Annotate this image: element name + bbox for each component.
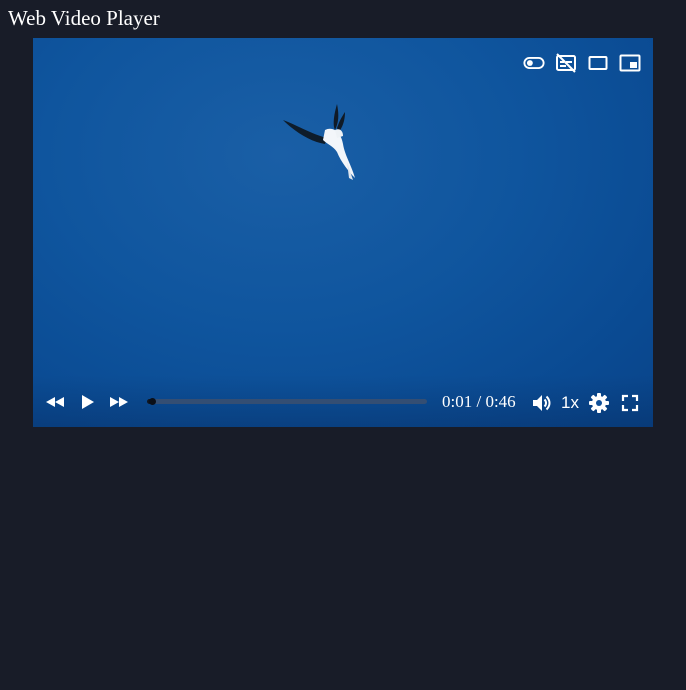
progress-bar[interactable] [147,398,427,405]
time-display: 0:01 / 0:46 [442,392,516,411]
rewind-icon [46,397,64,407]
fast-forward-icon [110,397,128,407]
page-title: Web Video Player [8,6,160,30]
toggle-icon [523,57,545,69]
fullscreen-button[interactable] [619,392,641,414]
video-player[interactable]: 0:01 / 0:46 1x [33,38,653,427]
toggle-button[interactable] [523,52,545,74]
play-icon [82,395,94,409]
top-controls [523,52,641,74]
playback-controls [44,391,130,413]
volume-icon [533,395,551,411]
theater-mode-button[interactable] [587,52,609,74]
control-bar: 0:01 / 0:46 1x [33,375,653,427]
bird-image [283,104,355,180]
settings-button[interactable] [588,392,610,414]
play-button[interactable] [76,391,98,413]
captions-button[interactable] [555,52,577,74]
fullscreen-icon [621,394,639,412]
picture-in-picture-icon [619,54,641,72]
fast-forward-button[interactable] [108,391,130,413]
theater-mode-icon [588,56,608,70]
playback-speed-button[interactable]: 1x [561,392,579,414]
picture-in-picture-button[interactable] [619,52,641,74]
rewind-button[interactable] [44,391,66,413]
video-frame[interactable] [33,38,653,427]
captions-off-icon [556,53,576,73]
volume-button[interactable] [530,392,552,414]
progress-thumb[interactable] [149,398,157,405]
right-controls: 1x [530,392,641,414]
settings-gear-icon [589,393,609,413]
